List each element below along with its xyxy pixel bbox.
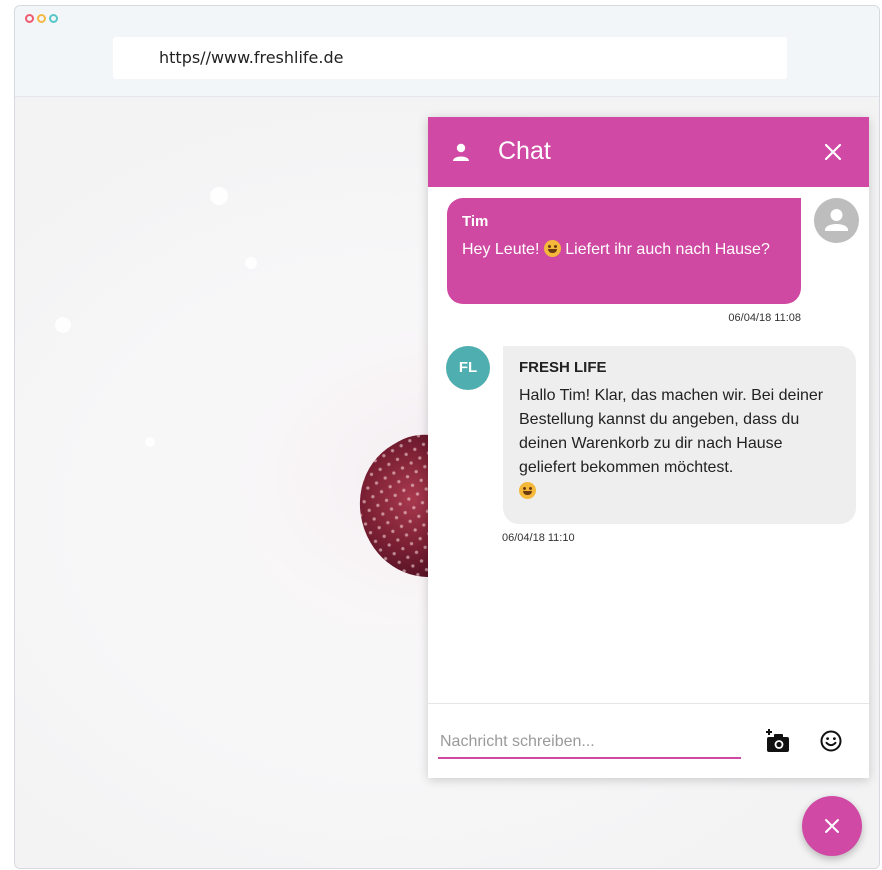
window-controls	[25, 14, 58, 23]
winking-face-icon	[519, 482, 536, 499]
emoji-icon[interactable]	[819, 729, 843, 753]
message-timestamp: 06/04/18 11:08	[728, 312, 801, 324]
user-avatar-icon	[825, 209, 848, 231]
message-timestamp: 06/04/18 11:10	[502, 532, 575, 544]
message-sender: Tim	[462, 213, 489, 230]
maximize-window-dot[interactable]	[49, 14, 58, 23]
smiling-face-icon	[543, 240, 561, 257]
add-photo-icon[interactable]	[765, 729, 791, 753]
chat-toggle-button[interactable]	[802, 796, 862, 856]
close-icon	[825, 819, 839, 833]
message-text: Hey Leute! Liefert ihr auch nach Hause?	[462, 240, 770, 258]
minimize-window-dot[interactable]	[37, 14, 46, 23]
avatar	[814, 198, 859, 243]
chat-composer	[428, 703, 869, 778]
chat-widget: Chat Tim Hey Leute! Liefert ihr auch nac…	[428, 117, 869, 778]
message-text: Hallo Tim! Klar, das machen wir. Bei dei…	[519, 384, 840, 504]
chat-title: Chat	[498, 137, 551, 165]
address-bar[interactable]: https//www.freshlife.de	[113, 37, 787, 79]
message-input[interactable]	[438, 729, 741, 759]
fresh-life-avatar: FL	[446, 346, 490, 390]
close-window-dot[interactable]	[25, 14, 34, 23]
close-icon[interactable]	[822, 141, 844, 163]
chat-header: Chat	[428, 117, 869, 187]
url-text: https//www.freshlife.de	[159, 48, 344, 67]
message-bubble-outgoing: Tim Hey Leute! Liefert ihr auch nach Hau…	[447, 198, 801, 304]
message-sender: FRESH LIFE	[519, 359, 607, 376]
browser-toolbar: https//www.freshlife.de	[15, 6, 879, 97]
message-bubble-incoming: FRESH LIFE Hallo Tim! Klar, das machen w…	[503, 346, 856, 524]
user-icon	[453, 143, 469, 161]
